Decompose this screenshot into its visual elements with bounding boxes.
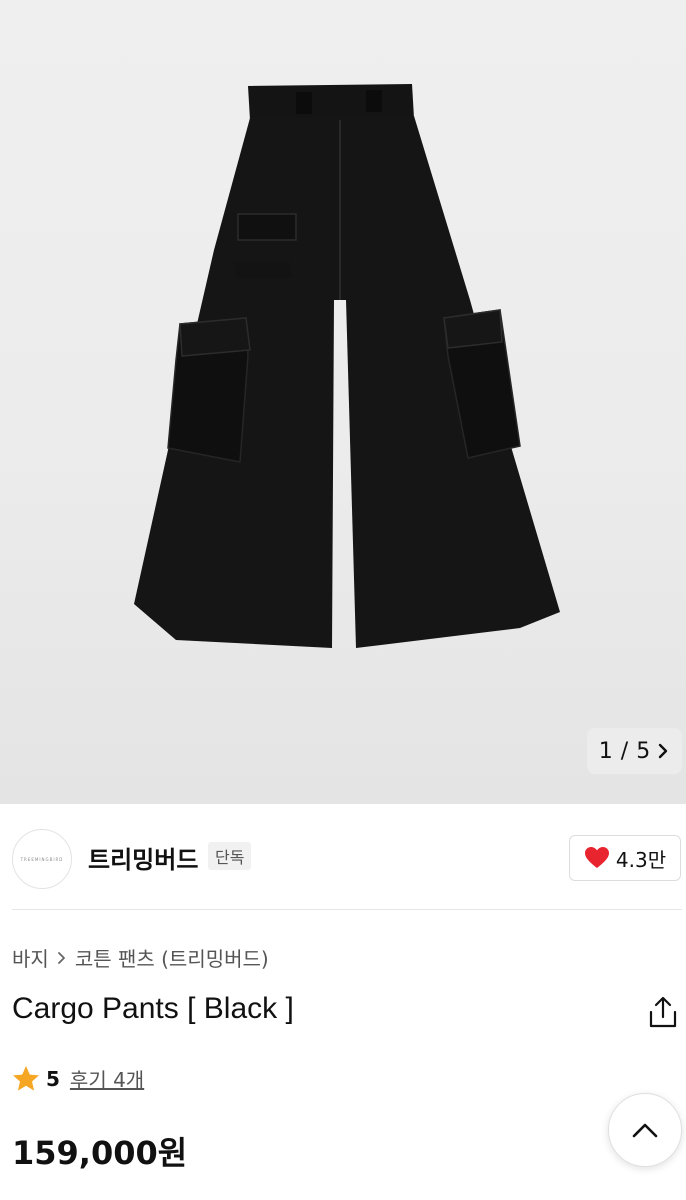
star-icon xyxy=(13,1066,39,1091)
breadcrumb-subcategory[interactable]: 코튼 팬츠 (트리밍버드) xyxy=(75,943,269,972)
product-price: 159,000원 xyxy=(12,1134,188,1172)
heart-icon xyxy=(584,847,609,868)
like-count: 4.3만 xyxy=(615,847,667,872)
seller-name[interactable]: 트리밍버드 xyxy=(88,840,198,875)
chevron-right-icon xyxy=(57,951,65,964)
seller-avatar[interactable]: TREEMINGBIRD xyxy=(12,829,72,889)
seller-avatar-text: TREEMINGBIRD xyxy=(20,856,64,862)
exclusive-badge: 단독 xyxy=(208,842,252,870)
product-title: Cargo Pants [ Black ] xyxy=(12,992,294,1025)
chevron-up-icon xyxy=(632,1123,658,1138)
scroll-to-top-button[interactable] xyxy=(608,1093,682,1167)
pager-current: 1 xyxy=(598,738,613,764)
share-icon[interactable] xyxy=(647,996,679,1030)
reviews-link[interactable]: 후기 4개 xyxy=(70,1064,144,1093)
seller-row: TREEMINGBIRD 트리밍버드 단독 4.3만 xyxy=(0,804,686,910)
section-divider xyxy=(12,909,682,910)
rating-score: 5 xyxy=(46,1066,60,1091)
breadcrumb-category[interactable]: 바지 xyxy=(12,943,49,972)
rating-row: 5 후기 4개 xyxy=(12,1064,144,1093)
breadcrumb: 바지 코튼 팬츠 (트리밍버드) xyxy=(12,943,269,972)
like-button[interactable]: 4.3만 xyxy=(569,835,681,881)
product-image xyxy=(134,84,560,648)
image-pager[interactable]: 1 / 5 xyxy=(587,728,682,774)
pager-total: 5 xyxy=(636,738,651,764)
product-image-gallery[interactable]: 1 / 5 xyxy=(0,0,686,804)
pager-separator: / xyxy=(620,738,629,764)
chevron-right-icon[interactable] xyxy=(656,742,670,760)
